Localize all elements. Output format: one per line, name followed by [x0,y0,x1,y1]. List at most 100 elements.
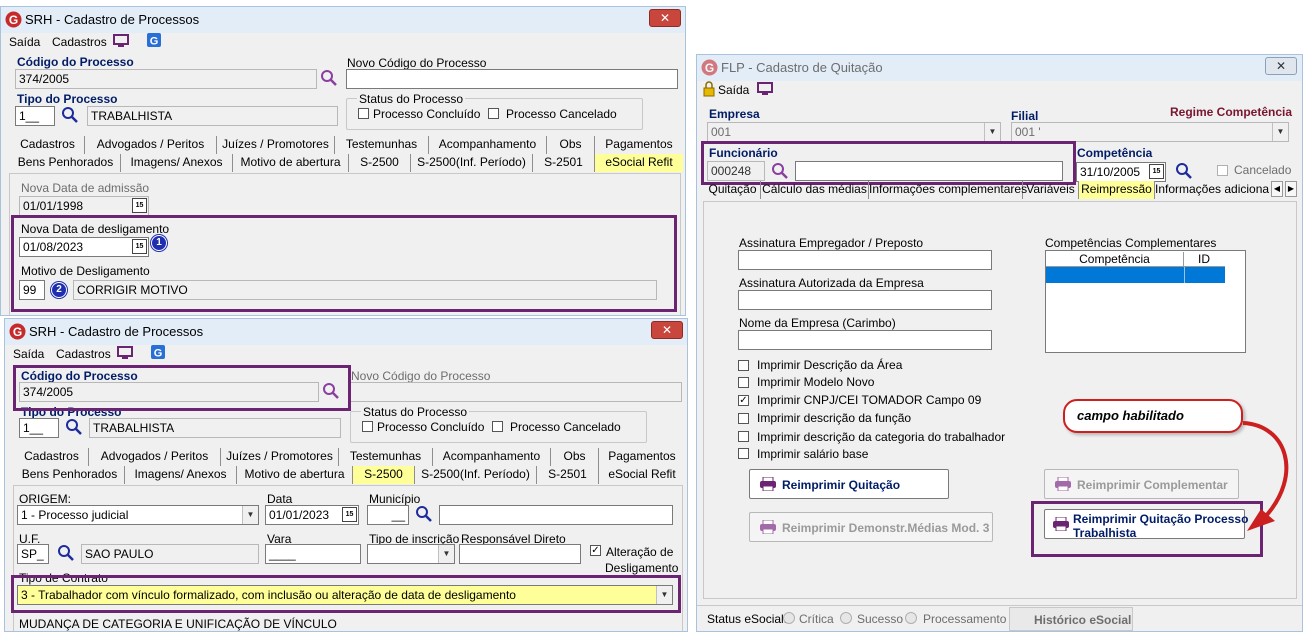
chevron-down-icon[interactable]: ▼ [984,123,1000,141]
vara-field[interactable]: ____ [265,544,361,564]
chevron-down-icon[interactable]: ▼ [1272,123,1288,141]
competencia-field[interactable]: 31/10/2005 15 [1076,162,1166,182]
tab-s2500-inf[interactable]: S-2500(Inf. Período) [411,154,533,172]
search-icon[interactable] [320,69,338,87]
tab-esocial-refit[interactable]: eSocial Refit [595,154,683,172]
tab-variaveis[interactable]: Variáveis [1023,181,1079,199]
tab-acompanhamento[interactable]: Acompanhamento [433,448,551,466]
checkbox-concluido[interactable] [362,421,373,432]
checkbox-descricao-area[interactable] [738,360,749,371]
close-button[interactable]: ✕ [1265,57,1297,75]
historico-esocial-button[interactable]: Histórico eSocial [1009,607,1133,631]
tab-juizes[interactable]: Juízes / Promotores [221,448,339,466]
responsavel-field[interactable] [459,544,581,564]
nova-admissao-field[interactable]: 01/01/1998 15 [19,196,149,216]
menu-saida[interactable]: Saída [9,35,40,49]
calendar-icon[interactable]: 15 [132,198,147,213]
tab-cadastros[interactable]: Cadastros [15,448,89,466]
grid-col-competencia[interactable]: Competência [1046,252,1184,266]
filial-select[interactable]: 001 ' ▼ [1011,122,1289,142]
tab-s2500[interactable]: S-2500 [353,466,415,484]
tab-pagamentos[interactable]: Pagamentos [595,136,683,154]
tab-cadastros[interactable]: Cadastros [11,136,85,154]
tab-reimpressao[interactable]: Reimpressão [1079,181,1155,199]
menu-saida[interactable]: Saída [718,83,749,97]
tipo-code-field[interactable]: 1__ [19,418,59,438]
codigo-field[interactable]: 374/2005 [15,69,317,89]
menu-cadastros[interactable]: Cadastros [52,35,107,49]
tab-scroll-left[interactable]: ◀ [1271,181,1283,197]
empresa-select[interactable]: 001 ▼ [707,122,1001,142]
tab-scroll-right[interactable]: ▶ [1285,181,1297,197]
checkbox-categoria-trabalhador[interactable] [738,431,749,442]
tab-testemunhas[interactable]: Testemunhas [335,136,429,154]
search-icon[interactable] [61,106,79,124]
tab-info-complementares[interactable]: Informações complementares [869,181,1027,199]
tab-juizes[interactable]: Juízes / Promotores [217,136,335,154]
tab-obs[interactable]: Obs [547,136,595,154]
tab-motivo[interactable]: Motivo de abertura [237,466,353,484]
reimprimir-processo-trabalhista-button[interactable]: Reimprimir Quitação Processo Trabalhista [1044,509,1248,540]
reimprimir-quitacao-button[interactable]: Reimprimir Quitação [749,469,949,499]
chevron-down-icon[interactable]: ▼ [438,545,454,563]
tab-obs[interactable]: Obs [551,448,599,466]
origem-select[interactable]: 1 - Processo judicial ▼ [17,505,259,525]
tab-pagamentos[interactable]: Pagamentos [599,448,685,466]
checkbox-salario-base[interactable] [738,448,749,459]
tab-info-adicionais[interactable]: Informações adicionais [1155,181,1269,199]
nova-deslig-field[interactable]: 01/08/2023 15 [19,237,149,257]
uf-code-field[interactable]: SP_ [17,544,49,564]
checkbox-descricao-funcao[interactable] [738,413,749,424]
checkbox-alteracao-desligamento[interactable]: ✓ [590,545,601,556]
checkbox-cancelado[interactable] [488,108,499,119]
tipo-contrato-select[interactable]: 3 - Trabalhador com vínculo formalizado,… [17,585,673,605]
menu-saida[interactable]: Saída [13,347,44,361]
close-button[interactable]: ✕ [651,321,683,339]
tab-s2500[interactable]: S-2500 [349,154,411,172]
codigo-field[interactable]: 374/2005 [19,382,319,402]
reimprimir-demonstr-button[interactable]: Reimprimir Demonstr.Médias Mod. 3 [749,512,993,542]
calendar-icon[interactable]: 15 [1149,164,1164,179]
tab-imagens[interactable]: Imagens/ Anexos [125,466,237,484]
search-icon[interactable] [57,544,75,562]
calendar-icon[interactable]: 15 [342,507,357,522]
checkbox-modelo-novo[interactable] [738,377,749,388]
tab-esocial-refit[interactable]: eSocial Refit [599,466,685,484]
tipo-inscricao-select[interactable]: ▼ [367,544,455,564]
tab-s2501[interactable]: S-2501 [533,154,595,172]
novo-codigo-field[interactable] [346,69,678,89]
tab-calculo-medias[interactable]: Cálculo das médias [761,181,869,199]
tipo-code-field[interactable]: 1__ [15,106,55,126]
data-field[interactable]: 01/01/2023 15 [265,505,359,525]
checkbox-concluido[interactable] [358,108,369,119]
search-icon[interactable] [771,162,789,180]
municipio-code-field[interactable]: __ [367,505,409,525]
calendar-icon[interactable]: 15 [132,239,147,254]
comp-complementares-grid[interactable]: Competência ID [1045,250,1246,353]
chevron-down-icon[interactable]: ▼ [656,586,672,604]
checkbox-cnpj-tomador[interactable]: ✓ [738,395,749,406]
search-icon[interactable] [415,505,433,523]
g-app-icon[interactable]: G [150,344,166,360]
monitor-icon[interactable] [117,345,133,361]
g-app-icon[interactable]: G [146,32,162,48]
tab-quitacao[interactable]: Quitação [705,181,761,199]
municipio-desc-field[interactable] [439,505,673,525]
tab-motivo[interactable]: Motivo de abertura [233,154,349,172]
tab-imagens[interactable]: Imagens/ Anexos [121,154,233,172]
checkbox-cancelado[interactable] [1217,165,1228,176]
chevron-down-icon[interactable]: ▼ [242,506,258,524]
assin-empregador-field[interactable] [738,250,992,270]
motivo-code-field[interactable]: 99 [19,280,45,300]
monitor-icon[interactable] [113,33,129,49]
tab-bens[interactable]: Bens Penhorados [15,466,125,484]
search-icon[interactable] [65,418,83,436]
search-icon[interactable] [322,382,340,400]
search-icon[interactable] [1175,162,1193,180]
tab-testemunhas[interactable]: Testemunhas [339,448,433,466]
tab-bens[interactable]: Bens Penhorados [11,154,121,172]
funcionario-code-field[interactable]: 000248 [707,161,765,181]
tab-acompanhamento[interactable]: Acompanhamento [429,136,547,154]
tab-s2501[interactable]: S-2501 [537,466,599,484]
tab-advogados[interactable]: Advogados / Peritos [85,136,217,154]
